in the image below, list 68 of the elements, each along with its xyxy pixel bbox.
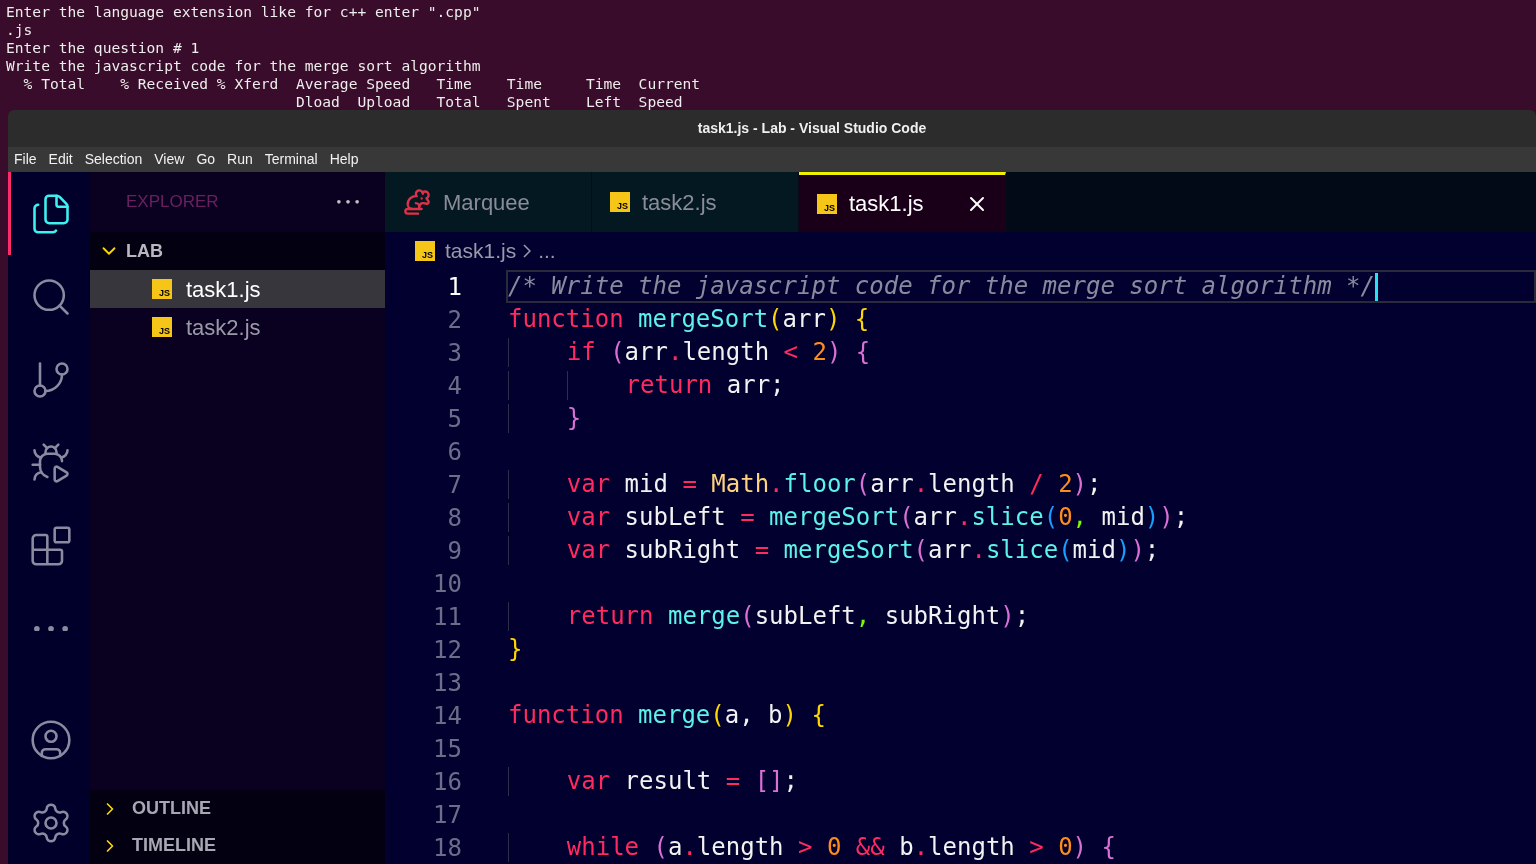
line-number: 9 <box>446 535 462 567</box>
menu-item[interactable]: File <box>14 149 37 170</box>
line-number: 16 <box>432 766 462 798</box>
chevron-icon <box>523 244 532 258</box>
menu-item[interactable]: Help <box>329 149 359 170</box>
line-number: 3 <box>446 337 462 369</box>
line-number: 4 <box>446 370 462 402</box>
file-name: task1.js <box>186 275 261 304</box>
explorer-entry[interactable]: JS task1.js <box>90 270 385 308</box>
window-title: task1.js - Lab - Visual Studio Code <box>696 119 927 138</box>
line-number: 15 <box>432 733 462 765</box>
line-number: 13 <box>432 667 462 699</box>
code-line: var subLeft = mergeSort(arr.slice(0, mid)); <box>508 503 1189 532</box>
line-number: 5 <box>446 403 462 435</box>
section-header[interactable]: TIMELINE <box>90 827 385 864</box>
code-line: function merge(a, b) { <box>508 701 826 730</box>
menu-item[interactable]: Terminal <box>264 149 318 170</box>
more-icon[interactable] <box>337 200 359 204</box>
line-number: 2 <box>446 304 462 336</box>
panel-title: EXPLORER <box>126 191 219 214</box>
code-line: return arr; <box>508 371 785 400</box>
section-header[interactable]: OUTLINE <box>90 790 385 827</box>
line-number: 8 <box>446 502 462 534</box>
editor-tab[interactable]: JS task1.js <box>799 172 1006 232</box>
folder-name: LAB <box>126 239 163 263</box>
code-line: return merge(subLeft, subRight); <box>508 602 1030 631</box>
code-line: } <box>508 404 582 433</box>
js-file-icon: JS <box>415 241 435 261</box>
line-number: 10 <box>432 568 462 600</box>
menu-item[interactable]: Edit <box>48 149 73 170</box>
code-line: if (arr.length < 2) { <box>508 338 871 367</box>
js-file-icon: JS <box>152 279 172 299</box>
terminal-output: Enter the language extension like for c++ enter ".cpp" .js Enter the question # 1 Write the javascript code for the merge sort algorithm % Total % Received % Xferd Average Speed Time Time Time Current Dload Upload Total Spent Left Speed <box>5 2 702 110</box>
line-number: 12 <box>432 634 462 666</box>
section-name: TIMELINE <box>132 834 216 857</box>
editor-tab[interactable]: JS task2.js <box>592 172 799 232</box>
js-file-icon: JS <box>817 193 837 214</box>
code-line: } <box>508 635 523 664</box>
code-line: function mergeSort(arr) { <box>508 305 870 334</box>
line-number: 17 <box>432 799 462 831</box>
line-number: 6 <box>446 436 462 468</box>
line-number: 18 <box>432 832 462 864</box>
menu-item[interactable]: Run <box>227 149 253 170</box>
breadcrumb-item[interactable]: ... <box>538 235 556 267</box>
file-name: task2.js <box>186 313 261 342</box>
line-number: 11 <box>432 601 462 633</box>
line-number: 1 <box>446 271 462 303</box>
extensions-icon <box>28 523 73 568</box>
line-number: 7 <box>446 469 462 501</box>
editor-tab[interactable]: Marquee <box>385 172 592 232</box>
breadcrumb-item[interactable]: task1.js <box>445 235 517 267</box>
explorer-entry[interactable]: JS task2.js <box>90 308 385 346</box>
menu-item[interactable]: Selection <box>84 149 143 170</box>
line-number: 14 <box>432 700 462 732</box>
account-icon <box>28 717 73 762</box>
rat-icon <box>403 188 431 216</box>
more-icon[interactable] <box>33 625 68 632</box>
code-line: var mid = Math.floor(arr.length / 2); <box>508 470 1102 499</box>
menu-item[interactable]: View <box>154 149 185 170</box>
code-line: /* Write the javascript code for the merge sort algorithm */ <box>508 272 1375 301</box>
code-line: var subRight = mergeSort(arr.slice(mid)); <box>508 536 1160 565</box>
js-file-icon: JS <box>610 192 630 212</box>
section-name: OUTLINE <box>132 797 211 820</box>
code-line: while (a.length > 0 && b.length > 0) { <box>508 833 1116 862</box>
menu-item[interactable]: Go <box>196 149 216 170</box>
js-file-icon: JS <box>152 317 172 337</box>
folder-header[interactable]: LAB <box>90 232 385 270</box>
code-line: var result = []; <box>508 767 798 796</box>
